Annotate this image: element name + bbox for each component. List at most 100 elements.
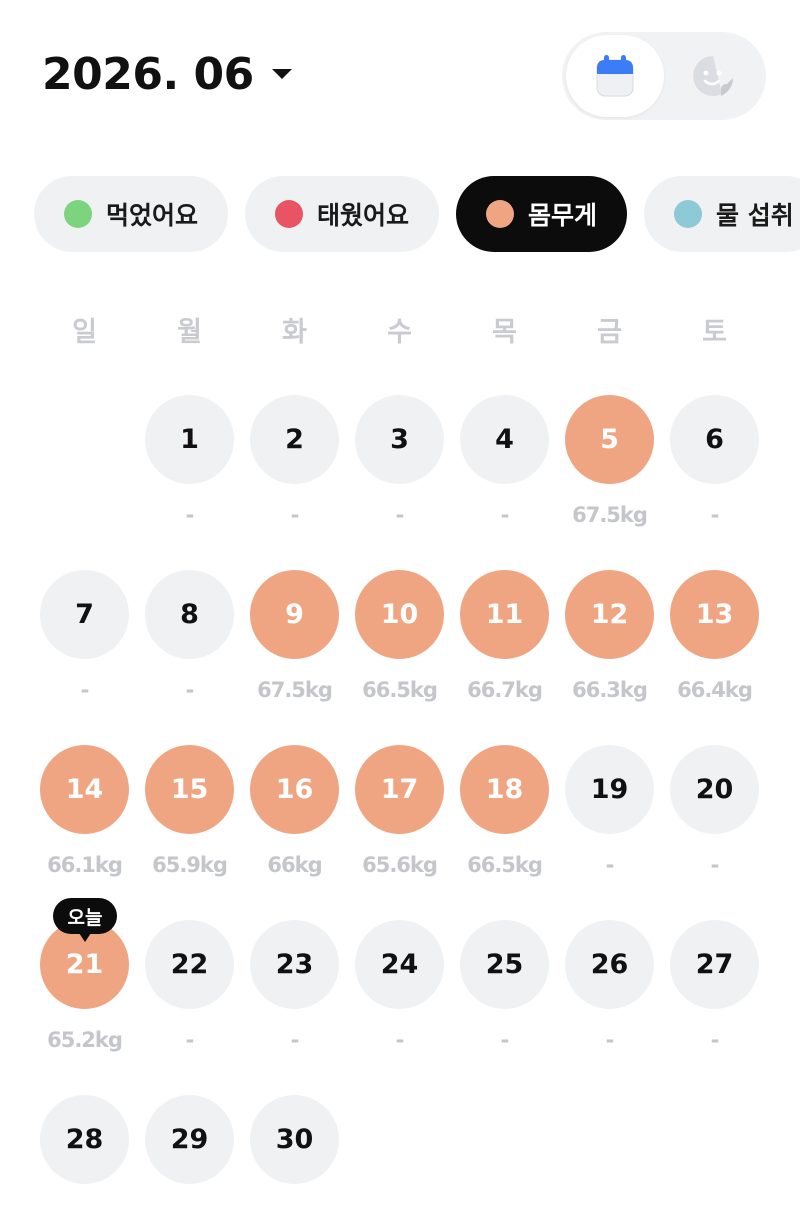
filter-chip[interactable]: 물 섭취	[644, 176, 800, 252]
weight-value: -	[185, 678, 195, 702]
filter-chip-label: 물 섭취	[716, 201, 794, 230]
weekday-header: 일월화수목금토	[32, 310, 767, 354]
day-button[interactable]: 23	[250, 920, 339, 1009]
chevron-down-icon	[271, 69, 292, 79]
calendar-day: 24 -	[347, 920, 452, 1095]
weekday-label: 월	[177, 317, 202, 348]
day-button[interactable]: 6	[670, 395, 759, 484]
calendar-day: 20 -	[662, 745, 767, 920]
weekday-label: 수	[387, 317, 412, 348]
day-button[interactable]: 18	[460, 745, 549, 834]
calendar-day: 오늘 21 65.2kg	[32, 898, 137, 1095]
calendar-day: 26 -	[557, 920, 662, 1095]
weight-value: -	[710, 853, 720, 877]
calendar-day: 3-	[347, 395, 452, 570]
legend-dot-icon	[275, 200, 304, 228]
weight-value: 66.3kg	[572, 678, 648, 702]
calendar-day: 4-	[452, 395, 557, 570]
weekday-label: 목	[492, 317, 517, 348]
calendar-icon	[596, 55, 634, 97]
smiley-sticker-icon	[693, 56, 733, 96]
calendar-day: 27 -	[662, 920, 767, 1095]
day-button[interactable]: 15	[145, 745, 234, 834]
day-button[interactable]: 14	[40, 745, 129, 834]
day-button[interactable]: 12	[565, 570, 654, 659]
calendar-day: 19 -	[557, 745, 662, 920]
calendar-day: 1-	[137, 395, 242, 570]
calendar-day: 17 65.6kg	[347, 745, 452, 920]
calendar-day: 22 -	[137, 920, 242, 1095]
day-button[interactable]: 24	[355, 920, 444, 1009]
day-button[interactable]: 22	[145, 920, 234, 1009]
empty-cell	[32, 395, 137, 570]
weekday-label: 화	[282, 317, 307, 348]
filter-chip-label: 몸무게	[528, 201, 598, 230]
day-button[interactable]: 20	[670, 745, 759, 834]
day-button[interactable]: 1	[145, 395, 234, 484]
calendar-day: 29	[137, 1095, 242, 1211]
weight-value: -	[290, 503, 300, 527]
weight-value: -	[395, 503, 405, 527]
calendar-day: 5 67.5kg	[557, 395, 662, 570]
day-button[interactable]: 10	[355, 570, 444, 659]
day-button[interactable]: 19	[565, 745, 654, 834]
weight-value: 66.7kg	[467, 678, 543, 702]
weight-value: -	[605, 853, 615, 877]
weight-value: 66.4kg	[677, 678, 753, 702]
filter-chip[interactable]: 몸무게	[456, 176, 628, 252]
calendar-day: 2-	[242, 395, 347, 570]
weight-value: 66.5kg	[467, 853, 543, 877]
weight-value: 65.2kg	[47, 1028, 123, 1052]
weight-value: 67.5kg	[572, 503, 648, 527]
day-button[interactable]: 30	[250, 1095, 339, 1184]
weight-value: 67.5kg	[257, 678, 333, 702]
calendar-day: 8-	[137, 570, 242, 745]
weight-value: 65.9kg	[152, 853, 228, 877]
day-button[interactable]: 13	[670, 570, 759, 659]
day-button[interactable]: 26	[565, 920, 654, 1009]
weight-value: -	[80, 678, 90, 702]
weight-value: -	[395, 1028, 405, 1052]
day-button[interactable]: 9	[250, 570, 339, 659]
legend-dot-icon	[64, 200, 92, 228]
legend-dot-icon	[674, 200, 703, 228]
day-button[interactable]: 27	[670, 920, 759, 1009]
weekday-label: 금	[597, 317, 622, 348]
today-badge: 오늘	[53, 898, 117, 942]
calendar-view-button[interactable]	[566, 35, 664, 117]
filter-chip[interactable]: 먹었어요	[34, 176, 229, 252]
weight-value: -	[605, 1028, 615, 1052]
day-button[interactable]: 8	[145, 570, 234, 659]
day-button[interactable]: 28	[40, 1095, 129, 1184]
calendar-day: 25 -	[452, 920, 557, 1095]
weight-value: 66.1kg	[47, 853, 123, 877]
day-button[interactable]: 16	[250, 745, 339, 834]
legend-dot-icon	[486, 200, 515, 228]
calendar-day: 7-	[32, 570, 137, 745]
weekday-label: 토	[702, 317, 727, 348]
day-button[interactable]: 25	[460, 920, 549, 1009]
calendar-day: 18 66.5kg	[452, 745, 557, 920]
weight-value: -	[710, 1028, 720, 1052]
filter-chip[interactable]: 태웠어요	[245, 176, 440, 252]
calendar-day: 23 -	[242, 920, 347, 1095]
filter-chip-label: 먹었어요	[106, 201, 199, 230]
day-button[interactable]: 11	[460, 570, 549, 659]
day-button[interactable]: 4	[460, 395, 549, 484]
weight-value: -	[185, 1028, 195, 1052]
day-button[interactable]: 2	[250, 395, 339, 484]
month-picker[interactable]: 2026. 06	[42, 44, 292, 104]
day-button[interactable]: 5	[565, 395, 654, 484]
day-button[interactable]: 7	[40, 570, 129, 659]
calendar-day: 6-	[662, 395, 767, 570]
day-button[interactable]: 17	[355, 745, 444, 834]
calendar-day: 13 66.4kg	[662, 570, 767, 745]
day-button[interactable]: 29	[145, 1095, 234, 1184]
calendar-day: 14 66.1kg	[32, 745, 137, 920]
weight-value: -	[710, 503, 720, 527]
calendar-day: 9 67.5kg	[242, 570, 347, 745]
sticker-view-button[interactable]	[664, 35, 762, 117]
filter-chips: 먹었어요 태웠어요 몸무게 물 섭취	[34, 176, 800, 252]
calendar-grid: 1-2-3-4-5 67.5kg 6-7-8-9 67.5kg 10 66.5kg 11 66…	[32, 395, 767, 1211]
day-button[interactable]: 3	[355, 395, 444, 484]
